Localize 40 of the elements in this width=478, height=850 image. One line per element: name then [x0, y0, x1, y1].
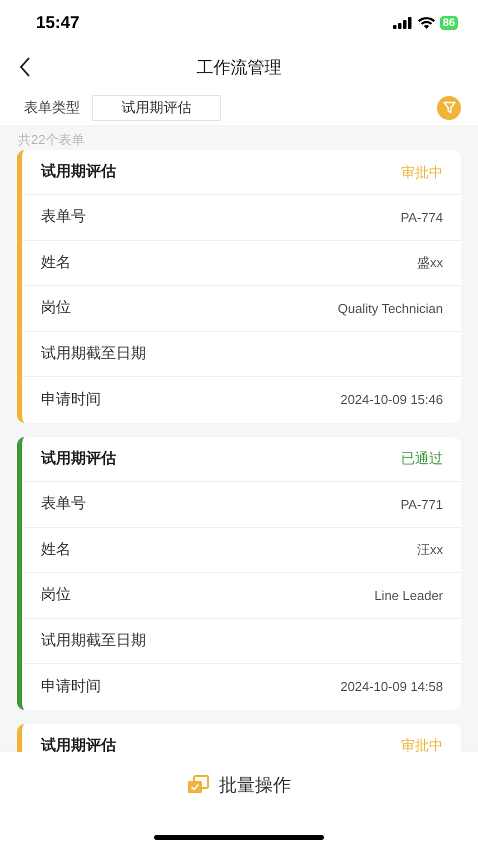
checkbox-stack-icon[interactable]	[187, 775, 209, 795]
back-icon[interactable]	[19, 57, 31, 77]
field-label: 表单号	[41, 494, 86, 514]
form-count: 共22个表单	[17, 131, 86, 149]
field-label: 试用期截至日期	[41, 630, 146, 651]
field-value: PA-771	[400, 496, 443, 514]
filter-button[interactable]	[437, 96, 461, 120]
field-label: 岗位	[41, 298, 71, 318]
field-label: 姓名	[41, 252, 71, 273]
field-value: PA-774	[400, 208, 443, 227]
field-value: 2024-10-09 15:46	[340, 391, 443, 410]
filter-label: 表单类型	[24, 98, 80, 117]
signal-icon	[392, 16, 413, 28]
field-value: Line Leader	[374, 586, 443, 605]
status-time: 15:47	[36, 12, 80, 34]
status-label: 审批中	[401, 162, 443, 182]
form-card[interactable]: 试用期评估 已通过 表单号 PA-771 姓名 汪xx 岗位 Line Leader 试用期截至日期 申请时间 2024-10-09 14:58	[17, 436, 461, 710]
wifi-icon	[418, 16, 435, 28]
field-label: 姓名	[41, 540, 71, 560]
form-type-dropdown[interactable]: 试用期评估	[92, 94, 221, 120]
form-card[interactable]: 试用期评估 审批中	[17, 724, 461, 752]
field-value: 汪xx	[417, 541, 443, 560]
field-label: 申请时间	[41, 676, 101, 697]
filter-icon[interactable]	[442, 101, 456, 114]
battery-level: 86	[440, 16, 458, 30]
field-value: Quality Technician	[338, 300, 443, 318]
batch-operation-button[interactable]: 批量操作	[183, 770, 295, 800]
card-title: 试用期评估	[41, 448, 116, 469]
field-value: 盛xx	[417, 254, 443, 272]
field-label: 试用期截至日期	[41, 344, 146, 364]
status-label: 已通过	[401, 449, 443, 468]
field-label: 申请时间	[41, 390, 101, 410]
field-label: 表单号	[41, 207, 86, 228]
form-card[interactable]: 试用期评估 审批中 表单号 PA-774 姓名 盛xx 岗位 Quality Technician 试用期截至日期 申请时间 2024-10-09 15:46	[17, 150, 461, 423]
card-title: 试用期评估	[41, 736, 116, 752]
field-value: 2024-10-09 14:58	[340, 678, 443, 696]
card-title: 试用期评估	[41, 162, 116, 182]
status-label: 审批中	[401, 736, 443, 752]
field-label: 岗位	[41, 585, 71, 606]
page-title: 工作流管理	[196, 56, 282, 79]
